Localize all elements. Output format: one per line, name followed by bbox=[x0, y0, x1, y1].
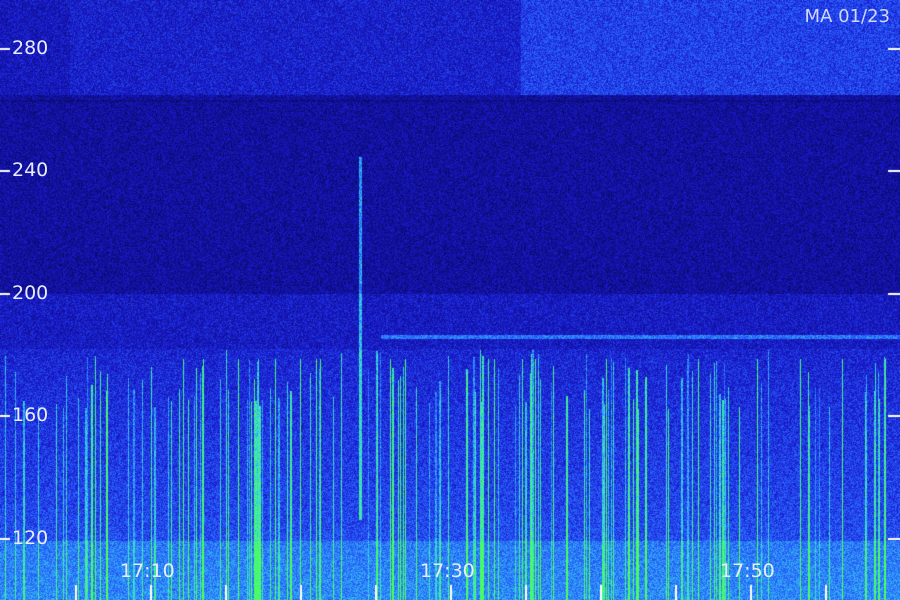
x-tick-label: 17:30 bbox=[420, 560, 475, 582]
spectrogram-canvas bbox=[0, 0, 900, 600]
y-tick-label: 200 bbox=[12, 281, 49, 304]
y-tick-label: 240 bbox=[12, 159, 49, 182]
timestamp-label: MA 01/23 bbox=[804, 6, 890, 27]
y-tick-label: 160 bbox=[12, 404, 49, 427]
y-tick-label: 280 bbox=[12, 36, 49, 59]
y-tick-label: 120 bbox=[12, 526, 49, 549]
x-tick-label: 17:10 bbox=[120, 560, 175, 582]
x-tick-label: 17:50 bbox=[720, 560, 775, 582]
